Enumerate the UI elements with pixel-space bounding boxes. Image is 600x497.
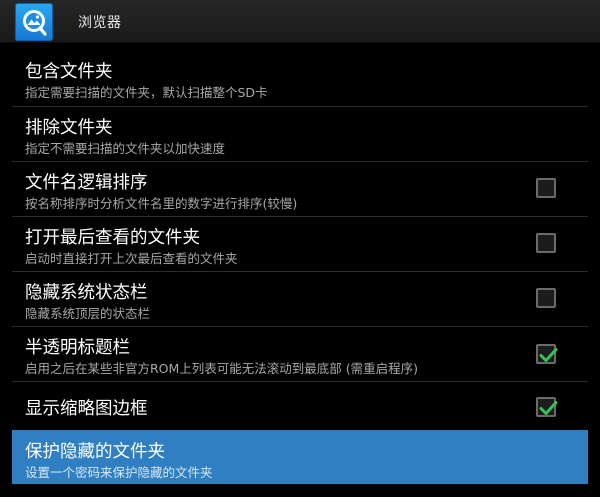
pref-protect-hidden-folders[interactable]: 保护隐藏的文件夹 设置一个密码来保护隐藏的文件夹 <box>12 430 588 484</box>
pref-logical-sort[interactable]: 文件名逻辑排序 按名称排序时分析文件名里的数字进行排序(较慢) <box>12 162 588 216</box>
action-bar: 浏览器 <box>0 0 600 42</box>
pref-summary: 隐藏系统顶层的状态栏 <box>25 306 151 321</box>
pref-title: 包含文件夹 <box>25 62 113 82</box>
pref-hide-status-bar[interactable]: 隐藏系统状态栏 隐藏系统顶层的状态栏 <box>12 272 588 326</box>
pref-translucent-title-bar[interactable]: 半透明标题栏 启用之后在某些非官方ROM上列表可能无法滚动到最底部 (需重启程序… <box>12 327 588 381</box>
pref-title: 隐藏系统状态栏 <box>25 283 148 303</box>
pref-exclude-folders[interactable]: 排除文件夹 指定不需要扫描的文件夹以加快速度 <box>12 107 588 161</box>
pref-include-folders[interactable]: 包含文件夹 指定需要扫描的文件夹，默认扫描整个SD卡 <box>12 51 588 105</box>
hide-status-bar-checkbox[interactable] <box>536 288 556 308</box>
app-logo-icon[interactable] <box>15 3 53 41</box>
pref-title: 排除文件夹 <box>25 118 113 138</box>
pref-summary: 按名称排序时分析文件名里的数字进行排序(较慢) <box>25 196 298 211</box>
translucent-title-bar-checkbox[interactable] <box>536 344 558 364</box>
thumbnail-border-checkbox[interactable] <box>536 397 558 417</box>
pref-title: 保护隐藏的文件夹 <box>25 442 165 462</box>
checkmark-icon <box>539 401 558 415</box>
pref-title: 半透明标题栏 <box>25 338 130 358</box>
pref-summary: 启用之后在某些非官方ROM上列表可能无法滚动到最底部 (需重启程序) <box>25 361 419 376</box>
pref-summary: 设置一个密码来保护隐藏的文件夹 <box>25 465 213 480</box>
pref-open-last-folder[interactable]: 打开最后查看的文件夹 启动时直接打开上次最后查看的文件夹 <box>12 217 588 271</box>
logical-sort-checkbox[interactable] <box>536 178 556 198</box>
pref-summary: 指定不需要扫描的文件夹以加快速度 <box>25 141 226 156</box>
open-last-folder-checkbox[interactable] <box>536 233 556 253</box>
pref-title: 文件名逻辑排序 <box>25 173 148 193</box>
pref-title: 打开最后查看的文件夹 <box>25 228 200 248</box>
checkmark-icon <box>539 348 558 362</box>
pref-thumbnail-border[interactable]: 显示缩略图边框 <box>12 382 588 429</box>
pref-title: 显示缩略图边框 <box>25 399 148 419</box>
pref-summary: 启动时直接打开上次最后查看的文件夹 <box>25 251 238 266</box>
screen-title: 浏览器 <box>78 15 122 31</box>
pref-summary: 指定需要扫描的文件夹，默认扫描整个SD卡 <box>25 85 268 100</box>
settings-screen: 浏览器 包含文件夹 指定需要扫描的文件夹，默认扫描整个SD卡 排除文件夹 指定不… <box>0 0 600 497</box>
